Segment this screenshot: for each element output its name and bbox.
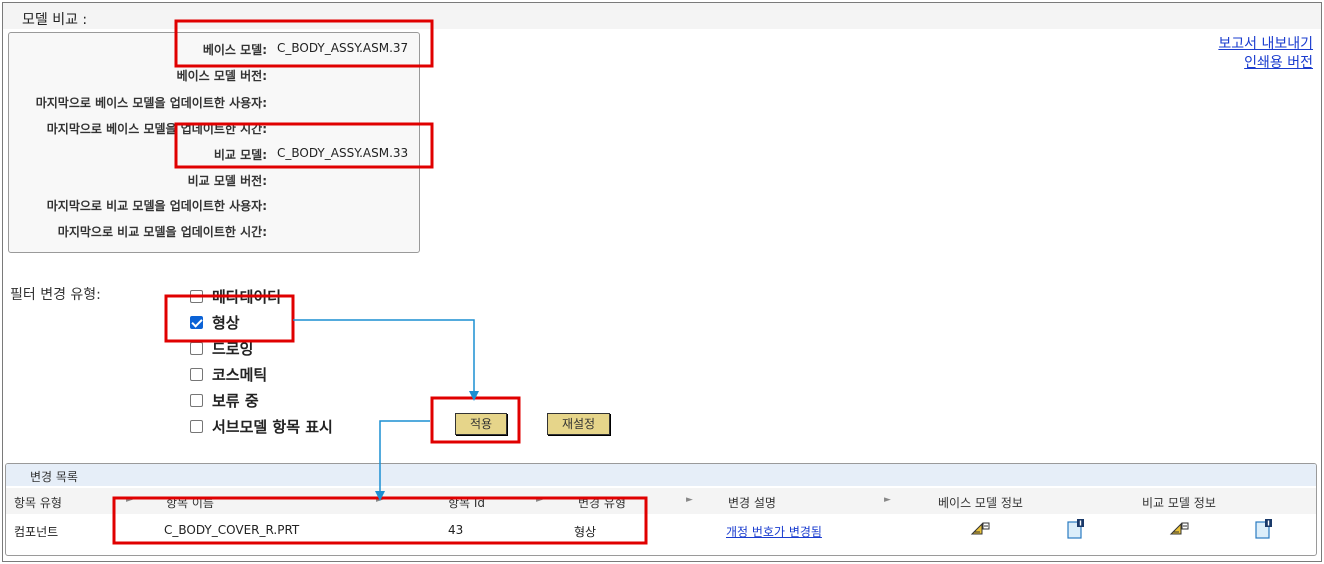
info-row-compare-model: 비교 모델: C_BODY_ASSY.ASM.33 bbox=[9, 140, 419, 166]
apply-button[interactable]: 적용 bbox=[455, 413, 507, 435]
section-title: 모델 비교 : bbox=[22, 12, 88, 28]
base-time-label: 마지막으로 베이스 모델을 업데이트한 시간: bbox=[46, 122, 267, 136]
filter-option-drawing[interactable]: 드로잉 bbox=[190, 336, 253, 360]
submodel-label: 서브모델 항목 표시 bbox=[212, 417, 333, 436]
base-model-label: 베이스 모델: bbox=[202, 43, 267, 57]
col-change-type[interactable]: 변경 유형 bbox=[578, 494, 626, 511]
col-change-desc[interactable]: 변경 설명 bbox=[728, 494, 776, 511]
change-list-title-bar: 변경 목록 bbox=[6, 464, 1316, 486]
col-compare-info[interactable]: 비교 모델 정보 bbox=[1142, 494, 1216, 511]
sort-arrow-icon[interactable]: ► bbox=[126, 495, 133, 505]
model-info-panel: 베이스 모델: C_BODY_ASSY.ASM.37 베이스 모델 버전: 마지… bbox=[8, 32, 420, 253]
cosmetic-label: 코스메틱 bbox=[212, 365, 268, 384]
info-row-base-version: 베이스 모델 버전: bbox=[9, 61, 419, 87]
report-links: 보고서 내보내기 인쇄용 버전 bbox=[1218, 35, 1313, 73]
col-item-name[interactable]: 항목 이름 bbox=[166, 494, 214, 511]
change-list-panel: 변경 목록 항목 유형 ► 항목 이름 ► 항목 Id ► 변경 유형 ► 변경… bbox=[5, 463, 1317, 556]
base-user-label: 마지막으로 베이스 모델을 업데이트한 사용자: bbox=[35, 96, 267, 110]
compare-version-label: 비교 모델 버전: bbox=[187, 174, 267, 188]
submodel-checkbox[interactable] bbox=[190, 419, 203, 433]
filter-label: 필터 변경 유형: bbox=[10, 287, 101, 303]
reset-button[interactable]: 재설정 bbox=[547, 413, 610, 435]
pending-checkbox[interactable] bbox=[190, 393, 203, 407]
metadata-label: 메타데이터 bbox=[212, 287, 282, 306]
compare-model-label: 비교 모델: bbox=[213, 148, 267, 162]
filter-option-metadata[interactable]: 메타데이터 bbox=[190, 284, 281, 308]
compare-user-label: 마지막으로 비교 모델을 업데이트한 사용자: bbox=[46, 199, 267, 213]
info-row-base-time: 마지막으로 베이스 모델을 업데이트한 시간: bbox=[9, 114, 419, 140]
cell-item-name: C_BODY_COVER_R.PRT bbox=[164, 523, 300, 537]
export-report-link[interactable]: 보고서 내보내기 bbox=[1218, 35, 1313, 54]
note-icon[interactable] bbox=[1254, 518, 1274, 540]
filter-option-pending[interactable]: 보류 중 bbox=[190, 388, 259, 412]
base-version-label: 베이스 모델 버전: bbox=[176, 69, 267, 83]
cell-item-id: 43 bbox=[448, 523, 464, 537]
drawing-checkbox[interactable] bbox=[190, 341, 203, 355]
cell-item-type: 컴포넌트 bbox=[14, 525, 59, 539]
measure-icon[interactable] bbox=[970, 520, 990, 536]
metadata-checkbox[interactable] bbox=[190, 289, 203, 303]
pending-label: 보류 중 bbox=[212, 391, 259, 410]
col-item-type[interactable]: 항목 유형 bbox=[14, 494, 62, 511]
change-list-header: 항목 유형 ► 항목 이름 ► 항목 Id ► 변경 유형 ► 변경 설명 ► … bbox=[6, 488, 1316, 514]
col-base-info[interactable]: 베이스 모델 정보 bbox=[938, 494, 1023, 511]
col-item-id[interactable]: 항목 Id bbox=[448, 494, 485, 511]
sort-arrow-icon[interactable]: ► bbox=[376, 495, 383, 505]
base-model-value: C_BODY_ASSY.ASM.37 bbox=[277, 41, 409, 55]
title-band bbox=[3, 3, 1321, 29]
print-version-link[interactable]: 인쇄용 버전 bbox=[1218, 54, 1313, 73]
info-row-base-model: 베이스 모델: C_BODY_ASSY.ASM.37 bbox=[9, 35, 419, 61]
geometry-checkbox[interactable] bbox=[190, 315, 203, 329]
filter-option-submodel[interactable]: 서브모델 항목 표시 bbox=[190, 414, 333, 438]
change-list-title: 변경 목록 bbox=[30, 470, 78, 484]
cosmetic-checkbox[interactable] bbox=[190, 367, 203, 381]
cell-change-type: 형상 bbox=[574, 525, 597, 539]
info-row-base-user: 마지막으로 베이스 모델을 업데이트한 사용자: bbox=[9, 88, 419, 114]
note-icon[interactable] bbox=[1066, 518, 1086, 540]
filter-option-geometry[interactable]: 형상 bbox=[190, 310, 240, 334]
change-desc-link[interactable]: 개정 번호가 변경됨 bbox=[726, 523, 822, 540]
table-row: 컴포넌트 C_BODY_COVER_R.PRT 43 형상 개정 번호가 변경됨 bbox=[6, 516, 1316, 544]
sort-arrow-icon[interactable]: ► bbox=[884, 495, 891, 505]
sort-arrow-icon[interactable]: ► bbox=[686, 495, 693, 505]
compare-time-label: 마지막으로 비교 모델을 업데이트한 시간: bbox=[57, 225, 267, 239]
drawing-label: 드로잉 bbox=[212, 339, 254, 358]
sort-arrow-icon[interactable]: ► bbox=[536, 495, 543, 505]
measure-icon[interactable] bbox=[1169, 520, 1189, 536]
geometry-label: 형상 bbox=[212, 313, 240, 332]
compare-model-value: C_BODY_ASSY.ASM.33 bbox=[277, 146, 409, 160]
info-row-compare-time: 마지막으로 비교 모델을 업데이트한 시간: bbox=[9, 217, 419, 243]
info-row-compare-user: 마지막으로 비교 모델을 업데이트한 사용자: bbox=[9, 191, 419, 217]
info-row-compare-version: 비교 모델 버전: bbox=[9, 166, 419, 192]
filter-option-cosmetic[interactable]: 코스메틱 bbox=[190, 362, 267, 386]
